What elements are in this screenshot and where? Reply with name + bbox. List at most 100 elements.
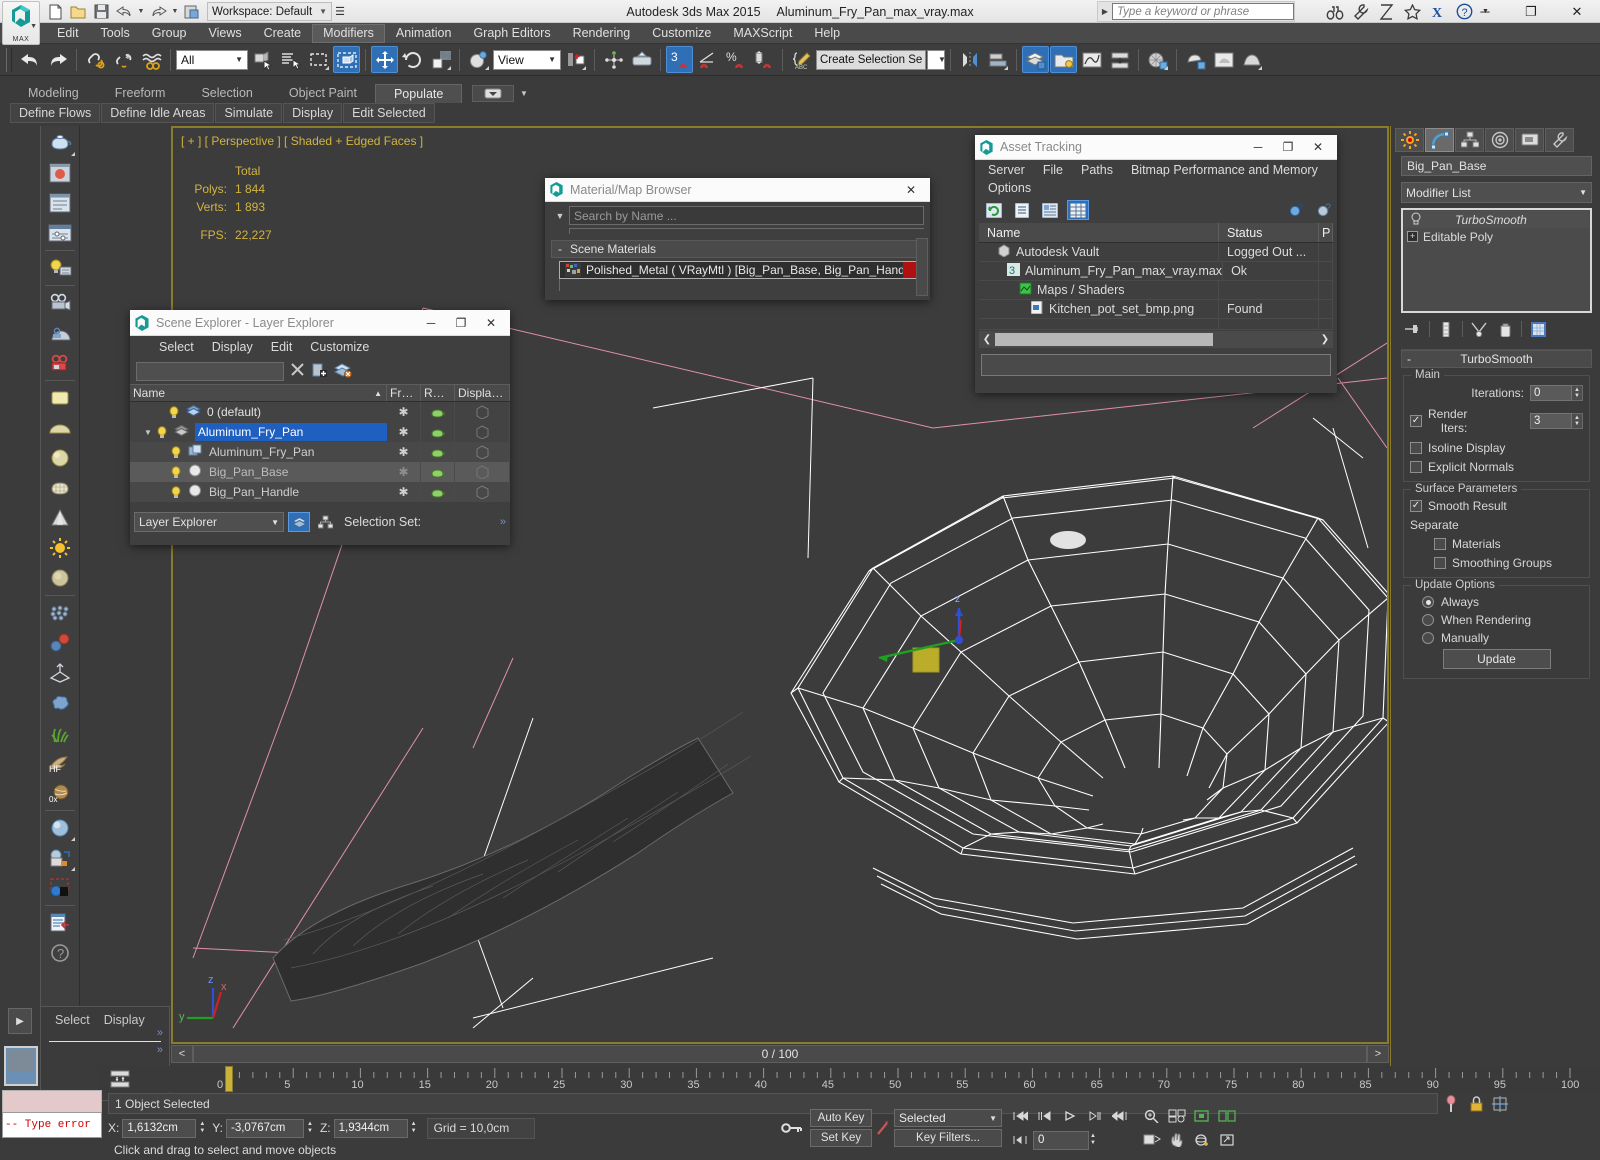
- plane-primitive-icon[interactable]: [43, 383, 77, 413]
- sphere-gizmo-icon[interactable]: [43, 563, 77, 593]
- light-lister-icon[interactable]: [43, 253, 77, 283]
- light-bulb-icon[interactable]: [168, 405, 180, 419]
- placement-tool-icon[interactable]: [465, 46, 492, 73]
- save-file-button[interactable]: [90, 2, 112, 22]
- table-view-icon[interactable]: [1067, 200, 1089, 220]
- sun-light-icon[interactable]: [43, 533, 77, 563]
- create-tab[interactable]: [1395, 128, 1424, 152]
- asset-horizontal-scrollbar[interactable]: ❮ ❯: [979, 331, 1333, 348]
- at-menu-file[interactable]: File: [1034, 161, 1072, 179]
- spinner-snap-toggle[interactable]: [750, 46, 777, 73]
- table-row[interactable]: Big_Pan_Handle ✱: [130, 482, 510, 502]
- cloud-object-icon[interactable]: [43, 688, 77, 718]
- modify-tab[interactable]: [1425, 128, 1454, 152]
- menu-item-views[interactable]: Views: [197, 24, 252, 43]
- smooth-result-checkbox[interactable]: ✓: [1410, 500, 1422, 512]
- grass-object-icon[interactable]: [43, 718, 77, 748]
- use-pivot-point-center-icon[interactable]: [562, 46, 589, 73]
- binoculars-icon[interactable]: [1325, 2, 1344, 21]
- help-asset-icon[interactable]: ?: [1287, 200, 1309, 220]
- light-bulb-icon[interactable]: [170, 465, 182, 479]
- undo-scene-button[interactable]: [16, 46, 43, 73]
- key-mode-combo[interactable]: Selected ▼: [894, 1109, 1002, 1127]
- light-bulb-icon[interactable]: [170, 445, 182, 459]
- toolbar-grip[interactable]: [6, 47, 12, 72]
- x-input[interactable]: 1,6132cm: [122, 1118, 197, 1138]
- render-toggle[interactable]: [421, 422, 455, 442]
- se-menu-display[interactable]: Display: [203, 338, 262, 356]
- render-setup-icon[interactable]: [1182, 46, 1209, 73]
- radio-when-rendering[interactable]: [1422, 614, 1434, 626]
- at-menu-options[interactable]: Options: [979, 179, 1040, 197]
- camera-icon[interactable]: [43, 288, 77, 318]
- refresh-icon[interactable]: [983, 200, 1005, 220]
- workspace-selector[interactable]: Workspace: Default ▼: [207, 2, 333, 21]
- bottom-menu-display[interactable]: Display: [104, 1013, 145, 1027]
- layer-explorer-mode-button[interactable]: [288, 512, 310, 532]
- scene-explorer-window[interactable]: Scene Explorer - Layer Explorer ─ ❐ ✕ Se…: [130, 310, 510, 545]
- select-and-manipulate-icon[interactable]: [600, 46, 627, 73]
- menu-item-maxscript[interactable]: MAXScript: [722, 24, 803, 43]
- column-header-name[interactable]: Name: [979, 223, 1219, 242]
- select-and-rotate-button[interactable]: [399, 46, 426, 73]
- expand-panel-arrow[interactable]: ▶: [8, 1008, 32, 1034]
- table-row[interactable]: 0 (default) ✱: [130, 402, 510, 422]
- help-asset2-icon[interactable]: ?: [1315, 200, 1337, 220]
- frame-number-input[interactable]: 0: [1033, 1130, 1089, 1150]
- explicit-normals-checkbox[interactable]: [1410, 461, 1422, 473]
- display-toggle[interactable]: [455, 402, 510, 422]
- table-row[interactable]: Autodesk Vault Logged Out ...: [979, 243, 1333, 262]
- scene-report-icon[interactable]: [43, 908, 77, 938]
- menu-item-create[interactable]: Create: [253, 24, 313, 43]
- exchange-x-icon[interactable]: X: [1429, 2, 1448, 21]
- frame-spinner-icon[interactable]: ▲ ▼: [1090, 1133, 1096, 1147]
- se-menu-customize[interactable]: Customize: [301, 338, 378, 356]
- material-search-input[interactable]: Search by Name ...: [569, 206, 924, 225]
- menu-item-tools[interactable]: Tools: [90, 24, 141, 43]
- modifier-list-combo[interactable]: Modifier List ▼: [1401, 182, 1592, 203]
- select-by-name-icon[interactable]: [277, 46, 304, 73]
- object-name-field[interactable]: Big_Pan_Base: [1401, 156, 1592, 176]
- column-header-freeze[interactable]: Fr…: [387, 385, 421, 401]
- key-mode-toggle-icon[interactable]: [778, 1120, 806, 1136]
- spinner-arrows-icon[interactable]: ▲ ▼: [1572, 413, 1583, 429]
- prev-frame-button[interactable]: <: [171, 1045, 193, 1063]
- table-row[interactable]: ▼ Aluminum_Fry_Pan ✱: [130, 422, 510, 442]
- rollout-header-turbosmooth[interactable]: - TurboSmooth: [1401, 350, 1592, 368]
- table-row[interactable]: Aluminum_Fry_Pan ✱: [130, 442, 510, 462]
- ribbon-tab-object-paint[interactable]: Object Paint: [271, 84, 375, 103]
- pin-stack-icon[interactable]: [1401, 318, 1425, 340]
- edit-named-selection-sets-icon[interactable]: ABC: [788, 46, 815, 73]
- viewport-label[interactable]: [ + ] [ Perspective ] [ Shaded + Edged F…: [181, 132, 423, 150]
- x-spinner-icon[interactable]: ▲ ▼: [199, 1121, 205, 1135]
- object-library-icon[interactable]: [43, 128, 77, 158]
- compound-objects-icon[interactable]: [43, 628, 77, 658]
- select-and-link-icon[interactable]: [82, 46, 109, 73]
- unlink-selection-icon[interactable]: ✱: [110, 46, 137, 73]
- column-header-render[interactable]: R…: [421, 385, 455, 401]
- render-production-icon[interactable]: [1238, 46, 1265, 73]
- menu-item-rendering[interactable]: Rendering: [562, 24, 642, 43]
- freeze-toggle[interactable]: ✱: [387, 402, 421, 422]
- select-and-move-button[interactable]: [371, 46, 398, 73]
- render-iters-value[interactable]: 3: [1530, 413, 1572, 429]
- redo-button[interactable]: [147, 2, 169, 22]
- ribbon-button-define-idle-areas[interactable]: Define Idle Areas: [101, 103, 215, 123]
- materials-checkbox[interactable]: [1434, 538, 1446, 550]
- ribbon-button-edit-selected[interactable]: Edit Selected: [343, 103, 435, 123]
- bottom-panel-chevrons-2[interactable]: »: [41, 1044, 169, 1056]
- ribbon-minimize-dropdown[interactable]: [472, 85, 514, 102]
- key-mode-toggle-button[interactable]: [1008, 1129, 1032, 1151]
- ribbon-tab-selection[interactable]: Selection: [183, 84, 270, 103]
- zoom-extents-icon[interactable]: [1190, 1105, 1214, 1127]
- material-map-browser-window[interactable]: Material/Map Browser ✕ ▼ Search by Name …: [545, 178, 930, 300]
- next-frame-button[interactable]: [1083, 1105, 1107, 1127]
- smooth-result-row[interactable]: ✓ Smooth Result: [1410, 499, 1583, 513]
- menu-item-help[interactable]: Help: [803, 24, 851, 43]
- rollout-collapse-icon[interactable]: -: [1407, 352, 1411, 366]
- isoline-display-row[interactable]: Isoline Display: [1410, 441, 1583, 455]
- iterations-value[interactable]: 0: [1530, 385, 1572, 401]
- isoline-display-checkbox[interactable]: [1410, 442, 1422, 454]
- angle-snap-toggle[interactable]: [694, 46, 721, 73]
- go-to-start-button[interactable]: [1008, 1105, 1032, 1127]
